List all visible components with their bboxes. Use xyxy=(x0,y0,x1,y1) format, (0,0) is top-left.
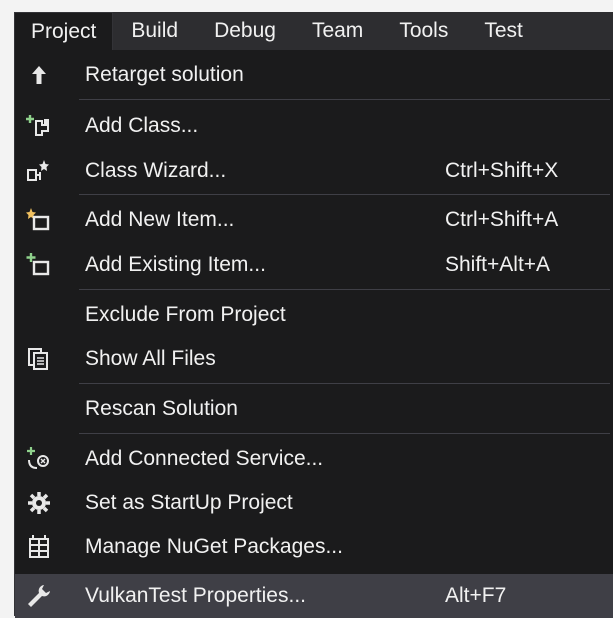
connected-service-icon xyxy=(25,445,53,473)
menu-item-shortcut: Alt+F7 xyxy=(445,584,507,607)
menu-item-show-all-files[interactable]: Show All Files xyxy=(15,337,613,381)
menu-item-label: Set as StartUp Project xyxy=(85,491,293,514)
menu-item-label: Add Class... xyxy=(85,114,199,137)
menu-item-label: Class Wizard... xyxy=(85,159,227,182)
menu-item-label: Exclude From Project xyxy=(85,303,286,326)
separator xyxy=(79,194,610,195)
menu-item-label: Add Connected Service... xyxy=(85,447,324,470)
menu-item-project-properties[interactable]: VulkanTest Properties... Alt+F7 xyxy=(15,574,613,618)
menu-item-set-startup-project[interactable]: Set as StartUp Project xyxy=(15,481,613,525)
menu-team[interactable]: Team xyxy=(294,12,381,50)
menu-item-manage-nuget-packages[interactable]: Manage NuGet Packages... xyxy=(15,525,613,569)
menu-item-shortcut: Ctrl+Shift+A xyxy=(445,208,559,231)
add-class-icon xyxy=(25,112,53,140)
add-new-item-icon xyxy=(25,206,53,234)
nuget-icon xyxy=(25,533,53,561)
menu-item-label: VulkanTest Properties... xyxy=(85,584,306,607)
menu-item-add-class[interactable]: Add Class... xyxy=(15,104,613,148)
menu-item-label: Retarget solution xyxy=(85,63,244,86)
project-dropdown-menu: Retarget solution Add Class... Class Wiz… xyxy=(14,50,613,618)
menu-item-retarget-solution[interactable]: Retarget solution xyxy=(15,53,613,97)
separator xyxy=(79,433,610,434)
menu-item-class-wizard[interactable]: Class Wizard... Ctrl+Shift+X xyxy=(15,149,613,193)
up-arrow-icon xyxy=(25,61,53,89)
menu-item-shortcut: Shift+Alt+A xyxy=(445,253,551,276)
separator xyxy=(79,289,610,290)
menu-item-exclude-from-project[interactable]: Exclude From Project xyxy=(15,293,613,337)
menu-build[interactable]: Build xyxy=(113,12,196,50)
menu-debug[interactable]: Debug xyxy=(196,12,294,50)
menu-item-add-connected-service[interactable]: Add Connected Service... xyxy=(15,437,613,481)
menu-project[interactable]: Project xyxy=(14,12,114,50)
menu-item-label: Add New Item... xyxy=(85,208,235,231)
menu-item-add-existing-item[interactable]: Add Existing Item... Shift+Alt+A xyxy=(15,243,613,287)
menu-item-add-new-item[interactable]: Add New Item... Ctrl+Shift+A xyxy=(15,198,613,242)
class-wizard-icon xyxy=(25,157,53,185)
menu-item-rescan-solution[interactable]: Rescan Solution xyxy=(15,387,613,431)
add-existing-item-icon xyxy=(25,251,53,279)
menu-tools[interactable]: Tools xyxy=(381,12,466,50)
screen: Project Build Debug Team Tools Test Reta… xyxy=(0,0,613,618)
wrench-icon xyxy=(25,582,53,610)
menu-test[interactable]: Test xyxy=(466,12,541,50)
menu-item-label: Manage NuGet Packages... xyxy=(85,535,343,558)
menu-item-shortcut: Ctrl+Shift+X xyxy=(445,159,559,182)
show-all-files-icon xyxy=(25,345,53,373)
separator xyxy=(79,383,610,384)
separator xyxy=(79,99,610,100)
menu-item-label: Add Existing Item... xyxy=(85,253,266,276)
menu-item-label: Rescan Solution xyxy=(85,397,238,420)
menu-bar: Project Build Debug Team Tools Test xyxy=(14,12,613,50)
gear-icon xyxy=(25,489,53,517)
menu-item-label: Show All Files xyxy=(85,347,216,370)
